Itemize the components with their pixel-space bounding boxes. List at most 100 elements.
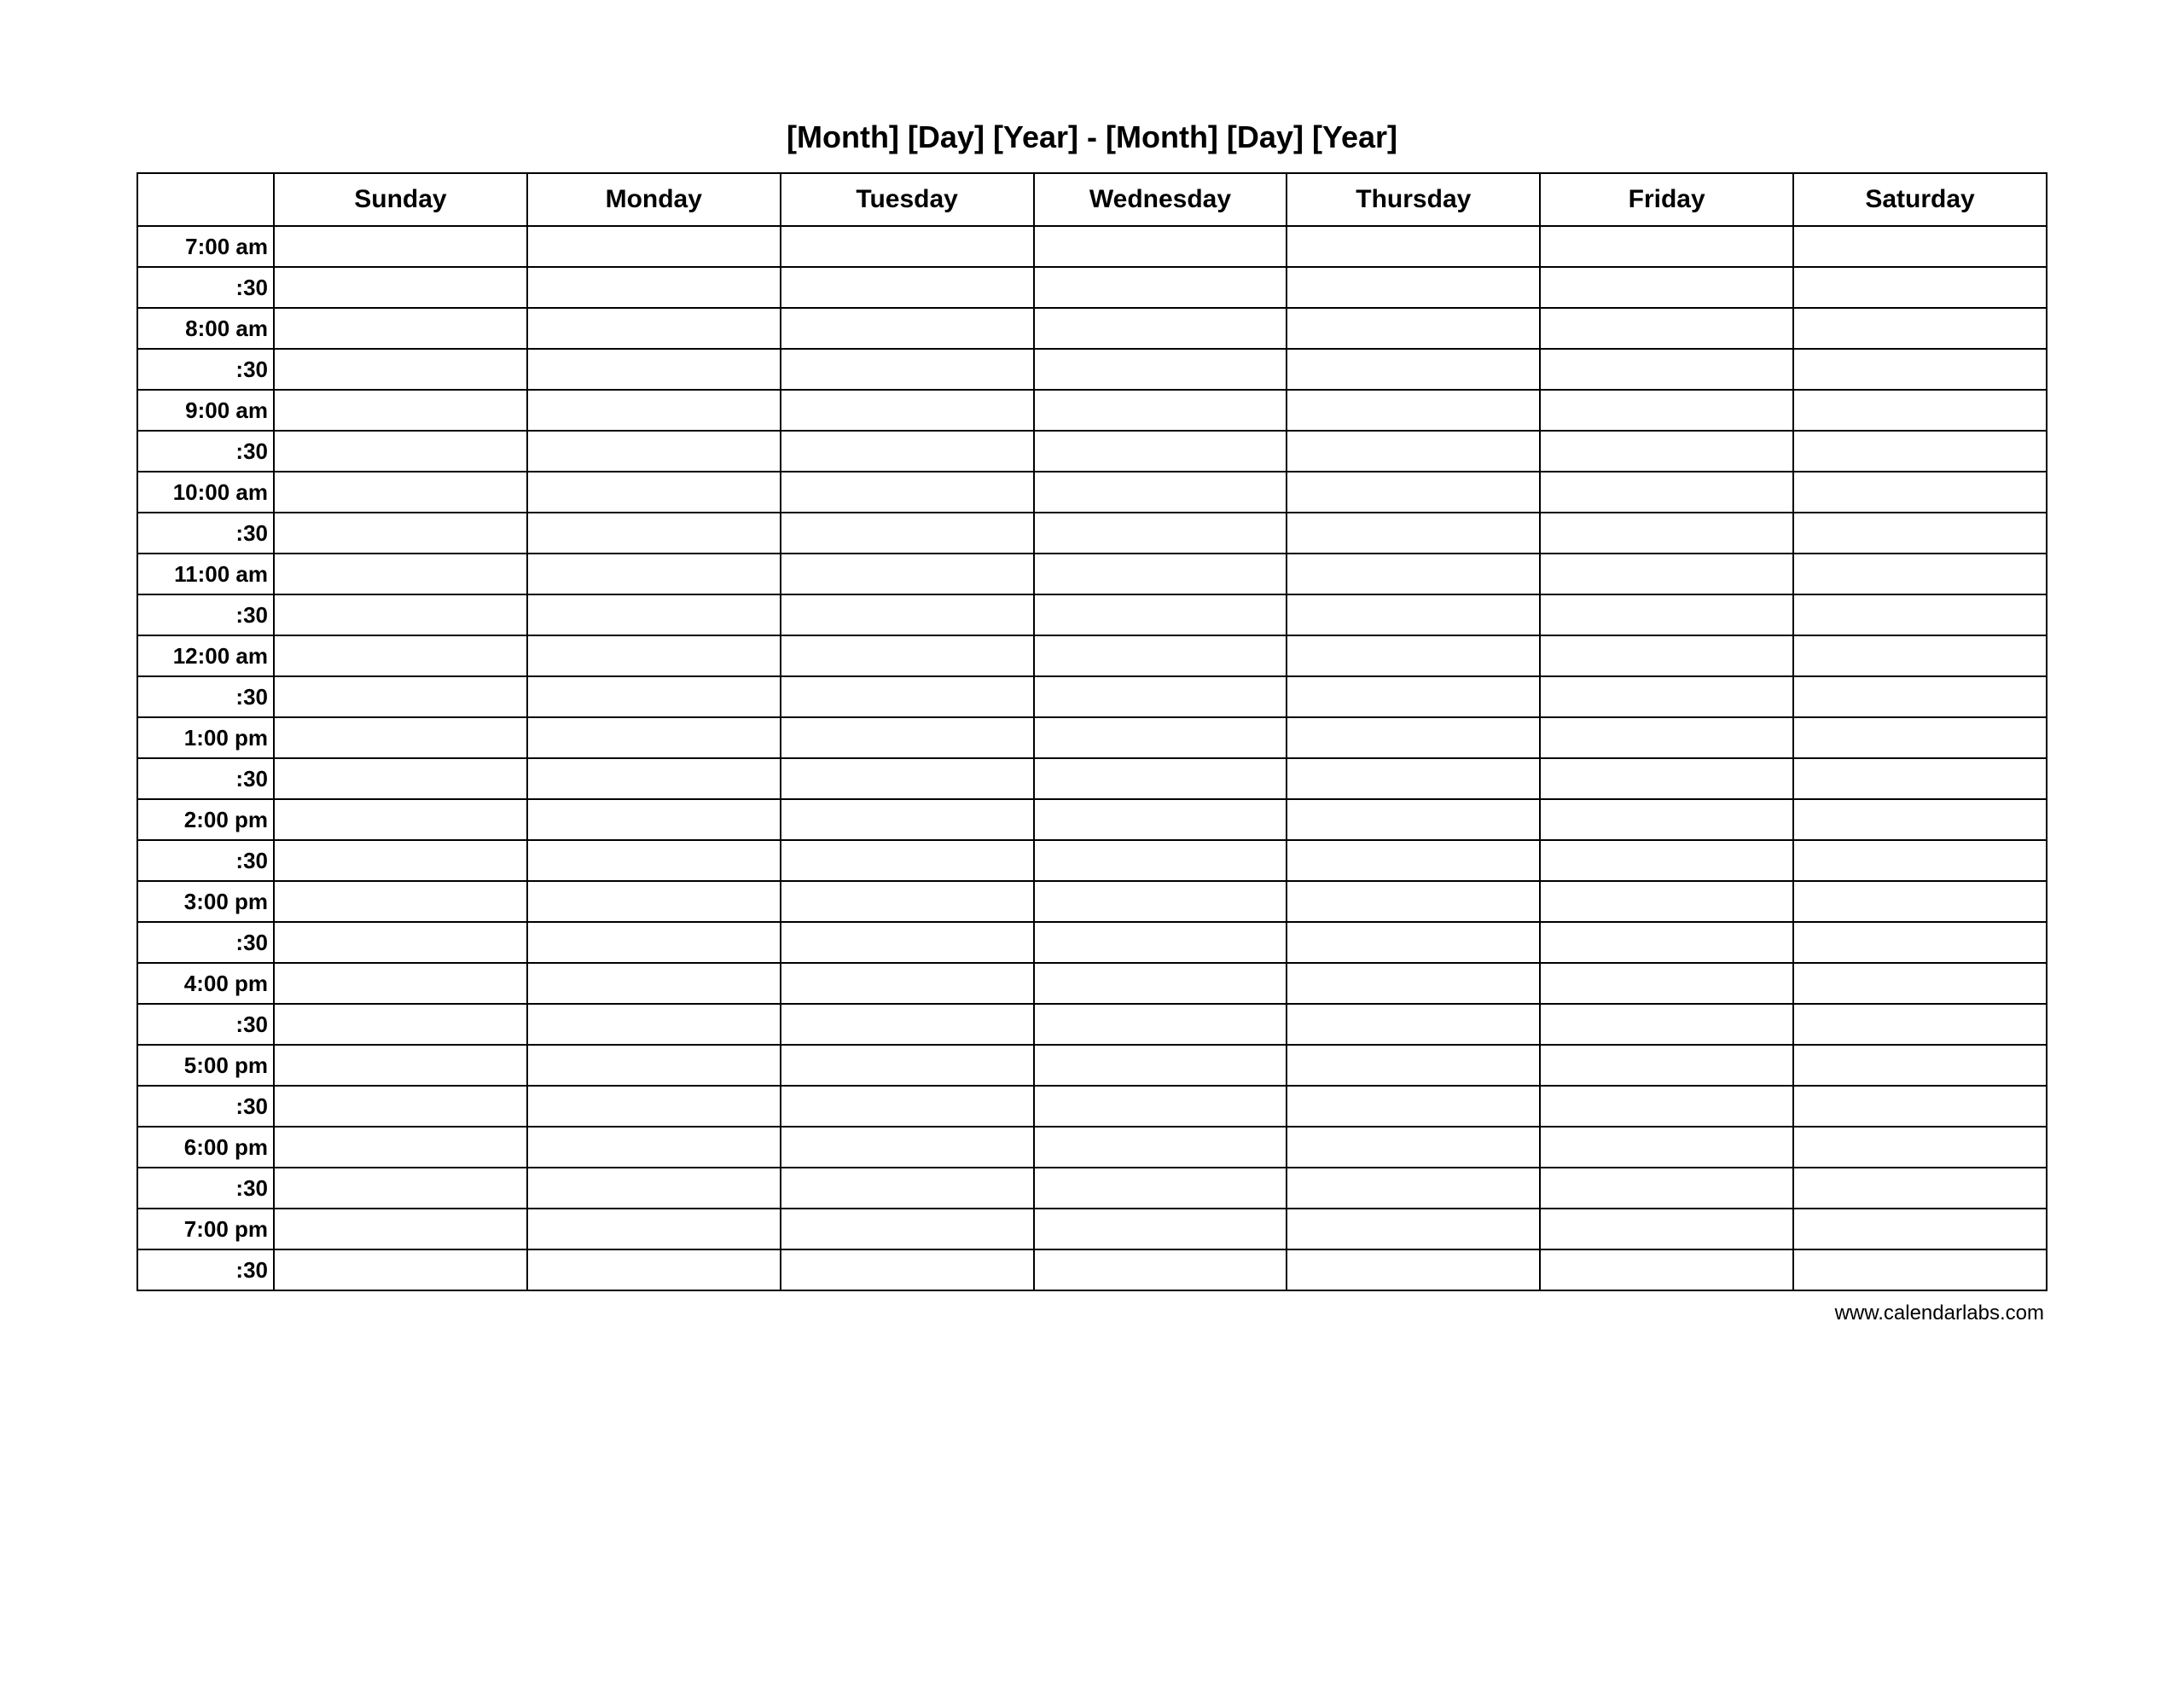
calendar-slot[interactable] [1540,554,1793,594]
calendar-slot[interactable] [1287,226,1540,267]
calendar-slot[interactable] [274,226,527,267]
calendar-slot[interactable] [1034,1086,1287,1127]
calendar-slot[interactable] [1540,922,1793,963]
calendar-slot[interactable] [1540,472,1793,513]
calendar-slot[interactable] [1287,799,1540,840]
calendar-slot[interactable] [1793,1209,2047,1249]
calendar-slot[interactable] [1793,1127,2047,1168]
calendar-slot[interactable] [781,390,1034,431]
calendar-slot[interactable] [527,554,781,594]
calendar-slot[interactable] [781,1045,1034,1086]
calendar-slot[interactable] [274,267,527,308]
calendar-slot[interactable] [1793,676,2047,717]
calendar-slot[interactable] [1793,717,2047,758]
calendar-slot[interactable] [527,758,781,799]
calendar-slot[interactable] [1034,390,1287,431]
calendar-slot[interactable] [1034,1004,1287,1045]
calendar-slot[interactable] [781,308,1034,349]
calendar-slot[interactable] [1793,758,2047,799]
calendar-slot[interactable] [527,472,781,513]
calendar-slot[interactable] [781,431,1034,472]
calendar-slot[interactable] [1034,1209,1287,1249]
calendar-slot[interactable] [1540,635,1793,676]
calendar-slot[interactable] [274,431,527,472]
calendar-slot[interactable] [527,717,781,758]
calendar-slot[interactable] [1540,1086,1793,1127]
calendar-slot[interactable] [274,1086,527,1127]
calendar-slot[interactable] [781,963,1034,1004]
calendar-slot[interactable] [1287,1086,1540,1127]
calendar-slot[interactable] [274,717,527,758]
calendar-slot[interactable] [274,1168,527,1209]
calendar-slot[interactable] [1793,308,2047,349]
calendar-slot[interactable] [1540,840,1793,881]
calendar-slot[interactable] [1793,1004,2047,1045]
calendar-slot[interactable] [1540,1127,1793,1168]
calendar-slot[interactable] [1034,963,1287,1004]
calendar-slot[interactable] [1540,513,1793,554]
calendar-slot[interactable] [781,472,1034,513]
calendar-slot[interactable] [274,758,527,799]
calendar-slot[interactable] [1034,349,1287,390]
calendar-slot[interactable] [1287,1004,1540,1045]
calendar-slot[interactable] [1540,1168,1793,1209]
calendar-slot[interactable] [1793,554,2047,594]
calendar-slot[interactable] [274,635,527,676]
calendar-slot[interactable] [1793,922,2047,963]
calendar-slot[interactable] [781,717,1034,758]
calendar-slot[interactable] [274,1209,527,1249]
calendar-slot[interactable] [1540,1004,1793,1045]
calendar-slot[interactable] [1793,594,2047,635]
calendar-slot[interactable] [1287,308,1540,349]
calendar-slot[interactable] [781,513,1034,554]
calendar-slot[interactable] [1287,1209,1540,1249]
calendar-slot[interactable] [1034,676,1287,717]
calendar-slot[interactable] [781,554,1034,594]
calendar-slot[interactable] [1287,267,1540,308]
calendar-slot[interactable] [1793,1168,2047,1209]
calendar-slot[interactable] [1287,840,1540,881]
calendar-slot[interactable] [781,676,1034,717]
calendar-slot[interactable] [781,1168,1034,1209]
calendar-slot[interactable] [527,226,781,267]
calendar-slot[interactable] [781,1249,1034,1290]
calendar-slot[interactable] [1034,1249,1287,1290]
calendar-slot[interactable] [1034,717,1287,758]
calendar-slot[interactable] [274,349,527,390]
calendar-slot[interactable] [1287,390,1540,431]
calendar-slot[interactable] [527,1127,781,1168]
calendar-slot[interactable] [1793,267,2047,308]
calendar-slot[interactable] [1034,758,1287,799]
calendar-slot[interactable] [1793,431,2047,472]
calendar-slot[interactable] [274,963,527,1004]
calendar-slot[interactable] [527,1168,781,1209]
calendar-slot[interactable] [1540,963,1793,1004]
calendar-slot[interactable] [1540,799,1793,840]
calendar-slot[interactable] [781,799,1034,840]
calendar-slot[interactable] [527,1249,781,1290]
calendar-slot[interactable] [274,799,527,840]
calendar-slot[interactable] [527,431,781,472]
calendar-slot[interactable] [527,594,781,635]
calendar-slot[interactable] [1287,717,1540,758]
calendar-slot[interactable] [527,1045,781,1086]
calendar-slot[interactable] [274,881,527,922]
calendar-slot[interactable] [1287,594,1540,635]
calendar-slot[interactable] [1034,635,1287,676]
calendar-slot[interactable] [1793,226,2047,267]
calendar-slot[interactable] [1287,349,1540,390]
calendar-slot[interactable] [781,1086,1034,1127]
calendar-slot[interactable] [274,922,527,963]
calendar-slot[interactable] [1287,1249,1540,1290]
calendar-slot[interactable] [1034,1168,1287,1209]
calendar-slot[interactable] [1540,1249,1793,1290]
calendar-slot[interactable] [274,1249,527,1290]
calendar-slot[interactable] [1287,922,1540,963]
calendar-slot[interactable] [781,1004,1034,1045]
calendar-slot[interactable] [527,1004,781,1045]
calendar-slot[interactable] [1540,676,1793,717]
calendar-slot[interactable] [781,881,1034,922]
calendar-slot[interactable] [1034,226,1287,267]
calendar-slot[interactable] [1793,635,2047,676]
calendar-slot[interactable] [1034,472,1287,513]
